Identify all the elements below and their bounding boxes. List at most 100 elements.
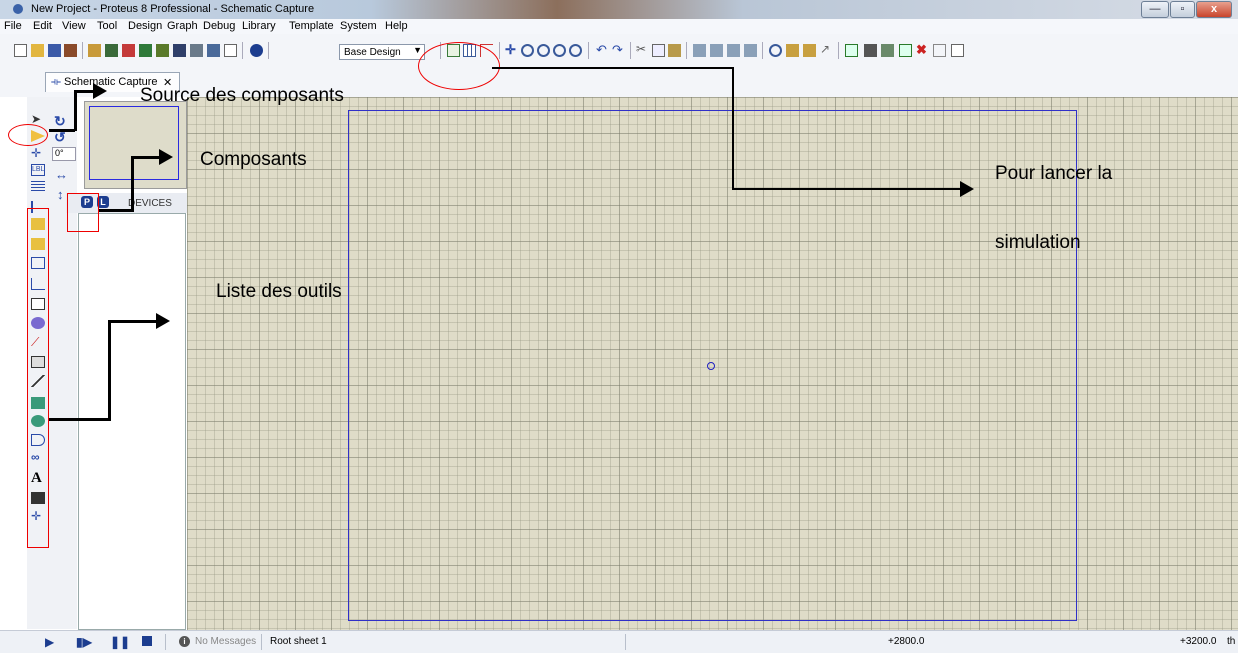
rotation-angle-field[interactable]: 0° (52, 147, 76, 161)
rotate-clockwise-icon[interactable]: ↻ (54, 113, 66, 130)
info-icon: i (179, 636, 190, 647)
decompose-icon[interactable]: ↗ (820, 43, 833, 57)
menu-view[interactable]: View (62, 20, 86, 32)
schematic-icon[interactable] (105, 44, 118, 57)
notes-icon[interactable] (224, 44, 237, 57)
redo-icon[interactable]: ↷ (612, 43, 625, 57)
bom-icon[interactable] (173, 44, 186, 57)
pan-icon[interactable]: ✛ (505, 43, 518, 57)
new-file-icon[interactable] (14, 44, 27, 57)
design-variant-value: Base Design (344, 47, 401, 58)
open-folder-icon[interactable] (31, 44, 44, 57)
pick-button-highlight (67, 193, 99, 232)
help-icon[interactable] (250, 44, 263, 57)
toolbar-separator (242, 42, 243, 59)
status-separator (165, 634, 166, 650)
annotation-line (74, 90, 94, 93)
annotation-line (108, 320, 158, 323)
title-bar: New Project - Proteus 8 Professional - S… (0, 0, 1238, 19)
cut-icon[interactable]: ✂ (636, 43, 649, 57)
annotation-line (99, 209, 133, 212)
undo-icon[interactable]: ↶ (596, 43, 609, 57)
annotation-line (108, 320, 111, 421)
wire-autorouter-icon[interactable] (845, 44, 858, 57)
gerber-view-icon[interactable] (207, 44, 220, 57)
stop-icon[interactable] (142, 636, 152, 646)
annotation-source: Source des composants (140, 85, 344, 106)
overview-window[interactable] (84, 101, 187, 189)
menu-help[interactable]: Help (385, 20, 408, 32)
save-icon[interactable] (48, 44, 61, 57)
close-button[interactable]: x (1196, 1, 1232, 18)
origin-marker-icon (707, 362, 715, 370)
menu-bar: File Edit View Tool Design Graph Debug L… (0, 19, 1238, 34)
step-icon[interactable]: ▮▶ (76, 635, 92, 649)
paste-icon[interactable] (668, 44, 681, 57)
toolbar-separator (838, 42, 839, 59)
maximize-button[interactable]: ▫ (1170, 1, 1195, 18)
menu-system[interactable]: System (340, 20, 377, 32)
flip-vertical-icon[interactable]: ↕ (57, 187, 64, 202)
design-variant-select[interactable]: Base Design ▼ (339, 44, 425, 60)
annotation-line (49, 129, 75, 132)
block-rotate-icon[interactable] (727, 44, 740, 57)
text-script-icon[interactable] (31, 181, 45, 193)
exit-to-parent-icon[interactable] (933, 44, 946, 57)
block-move-icon[interactable] (710, 44, 723, 57)
arrow-head-icon (156, 313, 170, 329)
search-parts-icon[interactable] (864, 44, 877, 57)
remove-sheet-icon[interactable]: ✖ (916, 43, 929, 57)
block-copy-icon[interactable] (693, 44, 706, 57)
home-icon[interactable] (88, 44, 101, 57)
device-selector-list[interactable] (78, 213, 186, 630)
menu-library[interactable]: Library (242, 20, 276, 32)
chevron-down-icon: ▼ (413, 45, 422, 55)
property-assignment-icon[interactable] (881, 44, 894, 57)
toolbar-separator (499, 42, 500, 59)
pcb-layout-icon[interactable] (122, 44, 135, 57)
pause-icon[interactable]: ❚❚ (110, 635, 130, 649)
annotation-line (492, 67, 734, 69)
annotation-line (74, 90, 77, 131)
status-separator (261, 634, 262, 650)
annotation-line (732, 67, 734, 189)
menu-tool[interactable]: Tool (97, 20, 117, 32)
make-device-icon[interactable] (786, 44, 799, 57)
pick-device-icon[interactable] (769, 44, 782, 57)
menu-edit[interactable]: Edit (33, 20, 52, 32)
sheet-status: Root sheet 1 (270, 636, 327, 647)
coordinate-x: +2800.0 (888, 636, 925, 647)
zoom-area-icon[interactable] (569, 44, 582, 57)
3d-viewer-icon[interactable] (139, 44, 152, 57)
menu-design[interactable]: Design (128, 20, 162, 32)
annotation-line (49, 418, 110, 421)
annotation-lancer-line1: Pour lancer la (995, 163, 1113, 184)
wire-label-icon[interactable]: LBL (31, 164, 45, 176)
menu-graph[interactable]: Graph (167, 20, 198, 32)
new-sheet-icon[interactable] (899, 44, 912, 57)
zoom-out-icon[interactable] (537, 44, 550, 57)
zoom-all-icon[interactable] (553, 44, 566, 57)
minimize-button[interactable]: — (1141, 1, 1169, 18)
copy-icon[interactable] (652, 44, 665, 57)
flip-horizontal-icon[interactable]: ↔ (55, 167, 68, 182)
close-icon: x (1210, 3, 1218, 15)
toolbar-separator (588, 42, 589, 59)
junction-dot-icon[interactable]: ✛ (31, 147, 45, 160)
gerber-icon[interactable] (156, 44, 169, 57)
packaging-tool-icon[interactable] (803, 44, 816, 57)
zoom-in-icon[interactable] (521, 44, 534, 57)
annotation-line (131, 156, 134, 212)
menu-debug[interactable]: Debug (203, 20, 235, 32)
block-delete-icon[interactable] (744, 44, 757, 57)
maximize-icon: ▫ (1180, 3, 1185, 15)
messages-status[interactable]: No Messages (195, 636, 256, 647)
import-icon[interactable] (64, 44, 77, 57)
source-code-icon[interactable] (190, 44, 203, 57)
menu-template[interactable]: Template (289, 20, 334, 32)
netlist-icon[interactable] (951, 44, 964, 57)
toolbar-separator (630, 42, 631, 59)
play-icon[interactable]: ▶ (45, 635, 54, 649)
unit-label: th (1227, 636, 1236, 647)
menu-file[interactable]: File (4, 20, 22, 32)
